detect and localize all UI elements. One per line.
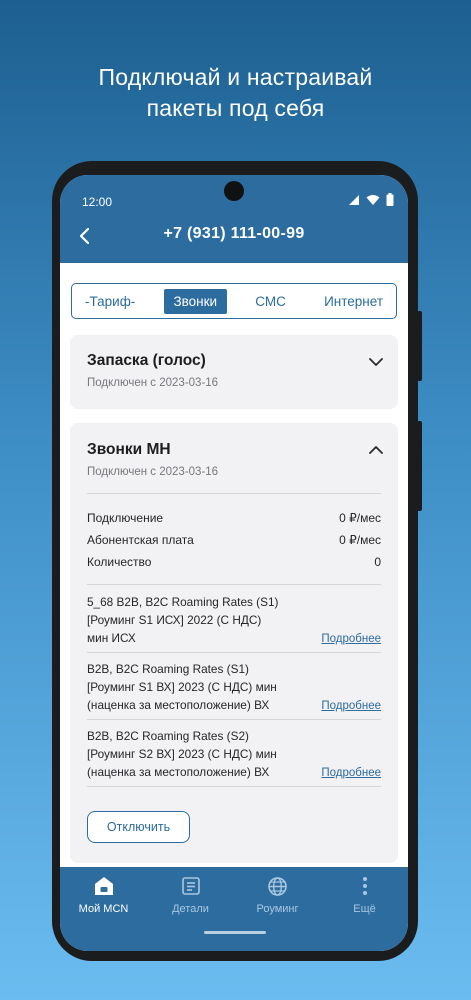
- nav-label: Детали: [172, 903, 209, 915]
- more-vertical-icon: [362, 877, 367, 895]
- nav-label: Ещё: [353, 903, 376, 915]
- package-line: мин ИСХ: [87, 631, 136, 645]
- chevron-down-icon[interactable]: [368, 354, 384, 370]
- details-link[interactable]: Подробнее: [321, 633, 381, 645]
- package-line: 5_68 B2B, B2C Roaming Rates (S1): [87, 595, 279, 609]
- promo-line-1: Подключай и настраивай: [98, 64, 373, 90]
- divider: [87, 786, 381, 787]
- nav-label: Мой MCN: [78, 903, 129, 915]
- divider: [87, 584, 381, 585]
- details-link[interactable]: Подробнее: [321, 700, 381, 712]
- promo-line-2: пакеты под себя: [146, 95, 325, 121]
- wifi-icon: [366, 194, 380, 205]
- detail-label: Количество: [87, 555, 152, 569]
- tab-bar: -Тариф- Звонки СМС Интернет: [71, 283, 397, 319]
- details-link[interactable]: Подробнее: [321, 767, 381, 779]
- package-line: B2B, B2C Roaming Rates (S2): [87, 729, 249, 743]
- package-line: [Роуминг S1 ВХ] 2023 (С НДС) мин: [87, 680, 277, 694]
- package-line: (наценка за местоположение) ВХ: [87, 698, 270, 712]
- detail-label: Абонентская плата: [87, 533, 194, 547]
- card-title: Запаска (голос): [87, 352, 206, 369]
- globe-icon: [268, 876, 287, 896]
- detail-value: 0 ₽/мес: [339, 533, 381, 547]
- nav-item-roaming[interactable]: Роуминг: [234, 875, 321, 915]
- detail-value: 0: [374, 555, 381, 569]
- detail-label: Подключение: [87, 511, 164, 525]
- battery-icon: [386, 193, 394, 206]
- card-title: Звонки МН: [87, 441, 171, 458]
- package-item: B2B, B2C Roaming Rates (S2) [Роуминг S2 …: [87, 727, 381, 781]
- nav-item-my-mcn[interactable]: Мой MCN: [60, 875, 147, 915]
- phone-number-title: +7 (931) 111-00-99: [163, 225, 305, 242]
- detail-row-quantity: Количество 0: [87, 555, 381, 569]
- chevron-up-icon[interactable]: [368, 442, 384, 458]
- detail-row-subscription-fee: Абонентская плата 0 ₽/мес: [87, 533, 381, 547]
- package-description: B2B, B2C Roaming Rates (S1) [Роуминг S1 …: [87, 660, 307, 714]
- card-subtitle: Подключен с 2023-03-16: [87, 466, 219, 478]
- phone-side-button: [417, 311, 422, 381]
- package-item: 5_68 B2B, B2C Roaming Rates (S1) [Роумин…: [87, 593, 381, 647]
- details-icon: [181, 877, 200, 895]
- detail-row-connection: Подключение 0 ₽/мес: [87, 511, 381, 525]
- card-subtitle: Подключен с 2023-03-16: [87, 377, 219, 389]
- content-area: -Тариф- Звонки СМС Интернет Запаска (гол…: [60, 263, 408, 867]
- nav-item-details[interactable]: Детали: [147, 875, 234, 915]
- package-line: [Роуминг S2 ВХ] 2023 (С НДС) мин: [87, 747, 277, 761]
- package-card-international-calls: Звонки МН Подключен с 2023-03-16 Подключ…: [70, 423, 398, 863]
- bottom-navigation: Мой MCN Детали Роуминг Ещё: [60, 867, 408, 951]
- package-line: (наценка за местоположение) ВХ: [87, 765, 270, 779]
- cellular-signal-icon: [349, 194, 359, 205]
- divider: [87, 652, 381, 653]
- home-icon: [94, 877, 113, 895]
- package-card-spare-voice[interactable]: Запаска (голос) Подключен с 2023-03-16: [70, 335, 398, 409]
- detail-value: 0 ₽/мес: [339, 511, 381, 525]
- tab-sms[interactable]: СМС: [245, 289, 296, 314]
- divider: [87, 719, 381, 720]
- nav-item-more[interactable]: Ещё: [321, 875, 408, 915]
- package-description: 5_68 B2B, B2C Roaming Rates (S1) [Роумин…: [87, 593, 307, 647]
- tab-tariff[interactable]: -Тариф-: [75, 289, 145, 314]
- package-line: [Роуминг S1 ИСХ] 2022 (С НДС): [87, 613, 262, 627]
- front-camera: [224, 181, 244, 201]
- tab-internet[interactable]: Интернет: [314, 289, 393, 314]
- phone-volume-button: [417, 421, 422, 511]
- tab-calls[interactable]: Звонки: [163, 288, 228, 314]
- promo-headline: Подключай и настраивай пакеты под себя: [0, 62, 471, 124]
- status-icons: [348, 193, 394, 206]
- package-line: B2B, B2C Roaming Rates (S1): [87, 662, 249, 676]
- gesture-home-indicator[interactable]: [204, 931, 266, 934]
- nav-label: Роуминг: [256, 903, 299, 915]
- divider: [87, 493, 381, 494]
- disconnect-button[interactable]: Отключить: [87, 811, 190, 843]
- phone-frame: 12:00 +7 (931) 111-00-99 -Тариф- Звонки …: [52, 161, 422, 961]
- status-time: 12:00: [82, 195, 113, 209]
- package-item: B2B, B2C Roaming Rates (S1) [Роуминг S1 …: [87, 660, 381, 714]
- package-description: B2B, B2C Roaming Rates (S2) [Роуминг S2 …: [87, 727, 307, 781]
- phone-screen: 12:00 +7 (931) 111-00-99 -Тариф- Звонки …: [60, 175, 408, 951]
